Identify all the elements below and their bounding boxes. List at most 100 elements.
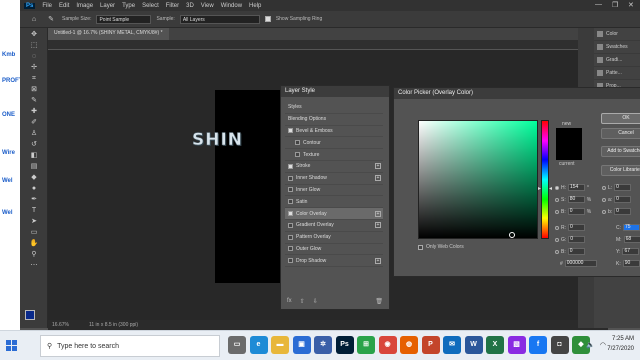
sample-select[interactable]: All Layers (179, 14, 260, 24)
layer-style-checkbox[interactable] (288, 175, 293, 181)
file-explorer-icon[interactable]: ▬ (271, 336, 289, 354)
task-view-icon[interactable]: ▭ (228, 336, 246, 354)
color-mode-radio[interactable] (555, 249, 559, 254)
gradient-tool-icon[interactable]: ▤ (28, 162, 40, 171)
blur-tool-icon[interactable]: ◆ (28, 173, 40, 182)
color-mode-radio[interactable] (602, 209, 606, 214)
color-mode-radio[interactable] (555, 185, 559, 190)
type-tool-icon[interactable]: T (28, 206, 40, 215)
current-color-swatch[interactable] (556, 146, 582, 160)
excel-icon[interactable]: X (486, 336, 504, 354)
pen-tool-icon[interactable]: ✒ (28, 195, 40, 204)
color-mode-radio[interactable] (602, 197, 606, 202)
layer-style-item[interactable]: Blending Options (285, 114, 383, 126)
fx-icon[interactable]: fx (287, 298, 292, 305)
add-to-swatches-button[interactable]: Add to Swatches (601, 146, 640, 157)
quick-select-icon[interactable]: ✢ (28, 63, 40, 72)
home-icon[interactable]: ⌂ (28, 15, 40, 24)
healing-tool-icon[interactable]: ✚ (28, 107, 40, 116)
menu-3d[interactable]: 3D (186, 3, 194, 9)
layer-style-item[interactable]: Contour (285, 137, 383, 150)
chrome-icon[interactable]: ◉ (378, 336, 397, 354)
add-effect-icon[interactable]: + (375, 222, 381, 229)
color-field-input[interactable]: 90 (622, 260, 640, 267)
color-field-input[interactable]: 68 (623, 236, 640, 243)
panel-tab[interactable]: Swatches (594, 41, 640, 54)
brush-tool-icon[interactable]: ✐ (28, 118, 40, 127)
layer-style-checkbox[interactable] (288, 258, 293, 264)
menu-help[interactable]: Help (249, 3, 261, 9)
close-icon[interactable]: ✕ (628, 1, 634, 9)
color-field-input[interactable]: 67 (622, 248, 640, 255)
color-field-input[interactable]: 80 (567, 196, 585, 203)
zoom-tool-icon[interactable]: ⚲ (28, 250, 40, 259)
layer-style-checkbox[interactable] (288, 246, 293, 252)
layer-style-item[interactable]: Texture (285, 149, 383, 161)
firefox-icon[interactable]: ◍ (400, 336, 418, 354)
photoshop-icon[interactable]: Ps (335, 336, 354, 354)
color-field[interactable] (418, 120, 538, 239)
color-field-input[interactable]: 0 (567, 208, 585, 215)
marquee-tool-icon[interactable]: ⬚ (28, 41, 40, 50)
shape-tool-icon[interactable]: ▭ (28, 228, 40, 237)
taskbar-search-box[interactable]: ⚲ Type here to search (40, 335, 220, 357)
mail-icon[interactable]: ✉ (443, 336, 461, 354)
menu-image[interactable]: Image (76, 3, 93, 9)
menu-file[interactable]: File (42, 3, 52, 9)
clock-time[interactable]: 7:25 AM (607, 334, 634, 344)
menu-select[interactable]: Select (142, 3, 159, 9)
app-grid-icon[interactable]: ⊞ (357, 336, 375, 354)
lasso-tool-icon[interactable]: ◌ (28, 52, 40, 61)
hand-tool-icon[interactable]: ✋ (28, 239, 40, 248)
hue-slider[interactable] (541, 120, 549, 239)
color-field-input[interactable]: 0 (568, 236, 586, 243)
foreground-color-swatch[interactable] (25, 310, 35, 320)
layer-style-checkbox[interactable] (295, 152, 300, 158)
sampling-ring-checkbox[interactable] (264, 16, 271, 22)
history-brush-icon[interactable]: ↺ (28, 140, 40, 149)
layer-style-item[interactable]: Pattern Overlay (285, 232, 383, 244)
menu-edit[interactable]: Edit (59, 3, 69, 9)
layer-style-item[interactable]: Satin (285, 196, 383, 209)
layer-style-item[interactable]: Outer Glow (285, 244, 383, 256)
panel-tab[interactable]: Color (594, 28, 640, 41)
color-field-input[interactable]: 0 (567, 248, 585, 255)
network-icon[interactable]: ◠ (600, 341, 606, 349)
clock-date[interactable]: 7/27/2020 (607, 344, 634, 354)
add-effect-icon[interactable]: + (375, 257, 381, 264)
trash-icon[interactable]: 🗑 (375, 298, 383, 305)
volume-icon[interactable]: 🔈 (586, 341, 595, 349)
move-up-icon[interactable]: ⇧ (300, 298, 305, 305)
layer-style-item[interactable]: Styles (285, 102, 383, 114)
move-down-icon[interactable]: ⇩ (313, 298, 318, 305)
layer-style-item[interactable]: Gradient Overlay + (285, 220, 383, 232)
frame-tool-icon[interactable]: ⊠ (28, 85, 40, 94)
add-effect-icon[interactable]: + (375, 175, 381, 182)
powerpoint-icon[interactable]: P (421, 336, 440, 354)
sample-size-select[interactable]: Point Sample (96, 14, 152, 24)
zoom-level[interactable]: 16.67% (52, 322, 69, 328)
eraser-tool-icon[interactable]: ◧ (28, 151, 40, 160)
minimize-icon[interactable]: — (595, 1, 602, 8)
layer-style-item[interactable]: Drop Shadow + (285, 255, 383, 268)
menu-layer[interactable]: Layer (100, 3, 115, 9)
color-field-marker[interactable] (509, 232, 515, 238)
color-field-input[interactable]: 0 (614, 196, 632, 203)
color-field-input[interactable]: 0 (568, 224, 585, 231)
store-icon[interactable]: ▣ (292, 336, 311, 354)
only-web-colors-checkbox[interactable] (418, 244, 423, 250)
color-mode-radio[interactable] (555, 209, 559, 214)
add-effect-icon[interactable]: + (375, 163, 381, 170)
layer-style-checkbox[interactable] (295, 140, 300, 146)
menu-type[interactable]: Type (122, 3, 135, 9)
cancel-button[interactable]: Cancel (601, 128, 640, 139)
stamp-tool-icon[interactable]: ♙ (28, 129, 40, 138)
menu-window[interactable]: Window (221, 3, 242, 9)
move-tool-icon[interactable]: ✥ (28, 30, 40, 39)
word-icon[interactable]: W (464, 336, 483, 354)
color-mode-radio[interactable] (602, 185, 606, 190)
layer-style-checkbox[interactable] (288, 199, 293, 205)
panel-tab[interactable]: Gradi... (594, 54, 640, 67)
maximize-icon[interactable]: ❐ (612, 1, 618, 9)
add-effect-icon[interactable]: + (375, 210, 381, 217)
